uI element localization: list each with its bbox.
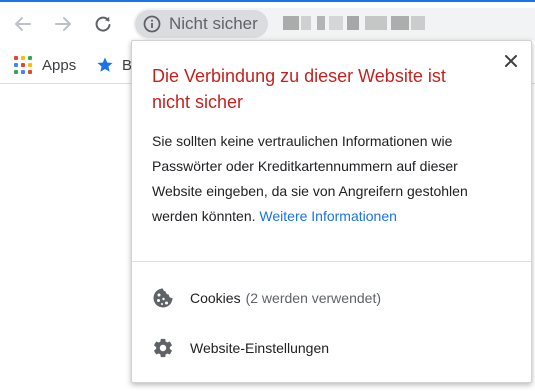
star-bookmark[interactable]: B xyxy=(96,54,132,76)
toolbar: Nicht sicher xyxy=(0,2,535,44)
apps-dot xyxy=(21,63,25,67)
apps-dot xyxy=(28,70,32,74)
back-button[interactable] xyxy=(8,9,38,39)
apps-dot xyxy=(21,56,25,60)
apps-dot xyxy=(14,70,18,74)
apps-grid-icon xyxy=(14,56,32,74)
cookie-icon xyxy=(151,286,175,310)
arrow-left-icon xyxy=(15,17,31,31)
close-button[interactable] xyxy=(501,51,521,71)
address-bar[interactable]: Nicht sicher xyxy=(133,8,535,40)
security-chip[interactable]: Nicht sicher xyxy=(135,10,268,38)
star-icon xyxy=(96,56,114,74)
reload-icon xyxy=(95,16,111,32)
site-settings-label: Website-Einstellungen xyxy=(190,340,330,356)
security-chip-label: Nicht sicher xyxy=(169,14,258,33)
forward-button[interactable] xyxy=(48,9,78,39)
popup-title: Die Verbindung zu dieser Website ist nic… xyxy=(152,66,446,112)
more-info-link[interactable]: Weitere Informationen xyxy=(259,208,396,224)
cookies-row[interactable]: Cookies (2 werden verwendet) xyxy=(132,277,531,319)
apps-dot xyxy=(14,56,18,60)
close-icon xyxy=(505,55,517,67)
apps-dot xyxy=(14,63,18,67)
pixelated-url xyxy=(283,16,429,30)
cookies-count: (2 werden verwendet) xyxy=(245,290,381,306)
site-settings-row[interactable]: Website-Einstellungen xyxy=(132,327,531,369)
arrow-right-icon xyxy=(55,17,71,31)
reload-button[interactable] xyxy=(88,9,118,39)
gear-icon xyxy=(151,336,175,360)
divider xyxy=(132,261,531,262)
apps-dot xyxy=(21,70,25,74)
info-icon xyxy=(143,15,161,33)
browser-window: Nicht sicher Apps B Die Verbindung zu di… xyxy=(0,0,535,391)
apps-bookmark[interactable]: Apps xyxy=(14,54,76,76)
apps-dot xyxy=(28,56,32,60)
site-info-popup: Die Verbindung zu dieser Website ist nic… xyxy=(131,40,532,383)
popup-body: Sie sollten keine vertraulichen Informat… xyxy=(152,129,502,229)
apps-dot xyxy=(28,63,32,67)
apps-label: Apps xyxy=(42,56,77,74)
cookies-label: Cookies xyxy=(190,290,241,306)
